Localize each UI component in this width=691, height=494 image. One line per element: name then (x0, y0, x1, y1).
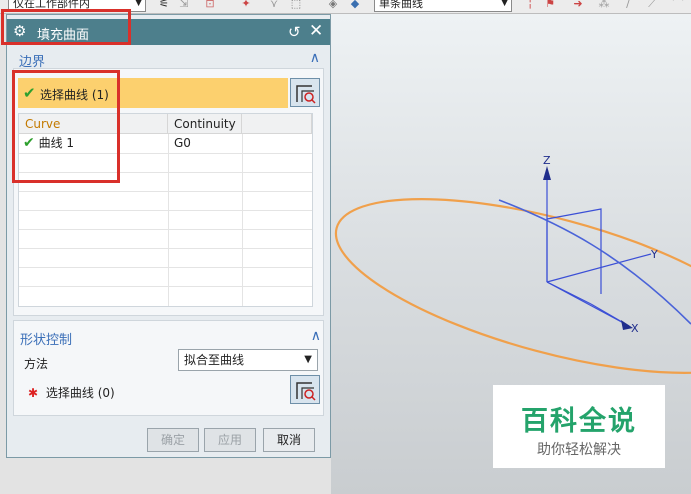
layer-icon[interactable]: ◈ (327, 0, 339, 10)
line-icon[interactable]: ∕ (622, 0, 634, 10)
tangent-line-icon[interactable]: ⟋ (646, 0, 658, 10)
arc-icon[interactable]: ⌒ (672, 0, 684, 10)
method-value: 拟合至曲线 (184, 353, 245, 367)
watermark-subtitle: 助你轻松解决 (537, 442, 621, 458)
snap-icon[interactable]: ⊡ (204, 0, 216, 10)
selection-highlight-box (12, 70, 120, 183)
y-axis-label: Y (650, 248, 658, 261)
chevron-up-icon[interactable]: ∧ (311, 328, 321, 344)
chevron-down-icon: ▼ (304, 354, 312, 365)
chevron-down-icon: ▼ (135, 0, 142, 8)
cancel-button[interactable]: 取消 (263, 428, 315, 452)
curve-rule-combo[interactable]: 单条曲线 ▼ (374, 0, 512, 12)
stop-at-intersection-icon[interactable]: ╎ (524, 0, 536, 10)
watermark-title: 百科全说 (521, 406, 637, 437)
pattern-icon[interactable]: ⁂ (598, 0, 610, 10)
select-curve-required-row[interactable]: ✱ 选择曲线 (0) (28, 384, 115, 401)
close-icon[interactable]: ✕ (309, 21, 323, 41)
box-icon[interactable]: ⬚ (290, 0, 302, 10)
method-label: 方法 (24, 357, 49, 371)
reset-icon[interactable]: ↺ (288, 23, 301, 41)
apply-button[interactable]: 应用 (204, 428, 256, 452)
method-dropdown[interactable]: 拟合至曲线 ▼ (178, 349, 318, 371)
continuity-cell[interactable]: G0 (174, 134, 191, 152)
column-header-continuity[interactable]: Continuity (168, 114, 242, 134)
select-curve-label: 选择曲线 (0) (45, 386, 115, 400)
cube-icon[interactable]: ◆ (349, 0, 361, 10)
title-highlight-box (1, 9, 131, 45)
required-star-icon: ✱ (28, 386, 39, 400)
boundary-ellipse (334, 198, 691, 374)
follow-fillet-icon[interactable]: ⚑ (544, 0, 556, 10)
filter-icon[interactable]: ⚟ (158, 0, 170, 10)
watermark: 百科全说 助你轻松解决 (493, 385, 665, 468)
chevron-down-icon: ▼ (501, 0, 508, 8)
chevron-up-icon[interactable]: ∧ (310, 50, 320, 66)
z-axis-label: Z (543, 154, 551, 167)
curve-select-icon (296, 85, 316, 104)
vertex-icon[interactable]: ⋎ (268, 0, 280, 10)
z-arrow-icon (543, 166, 551, 180)
boundary-section-header[interactable]: 边界 ∧ (13, 49, 324, 70)
shape-control-panel: 形状控制 ∧ 方法 拟合至曲线 ▼ ✱ 选择曲线 (0) (13, 320, 324, 416)
column-header-empty (242, 114, 312, 134)
curve-select-icon (296, 382, 316, 401)
select-curve-button[interactable] (290, 375, 320, 404)
shape-control-section-label: 形状控制 (20, 333, 73, 348)
select-curve-button[interactable] (290, 78, 320, 107)
curve-rule-value: 单条曲线 (379, 0, 423, 10)
select-icon[interactable]: ⇲ (178, 0, 190, 10)
guide-curve (498, 199, 691, 325)
feature-curve-icon[interactable]: ➜ (572, 0, 584, 10)
x-axis-label: X (631, 322, 639, 335)
point-icon[interactable]: ✦ (240, 0, 252, 10)
shape-control-section-header[interactable]: 形状控制 ∧ (14, 327, 325, 348)
ok-button[interactable]: 确定 (147, 428, 199, 452)
bottom-area (0, 458, 331, 494)
